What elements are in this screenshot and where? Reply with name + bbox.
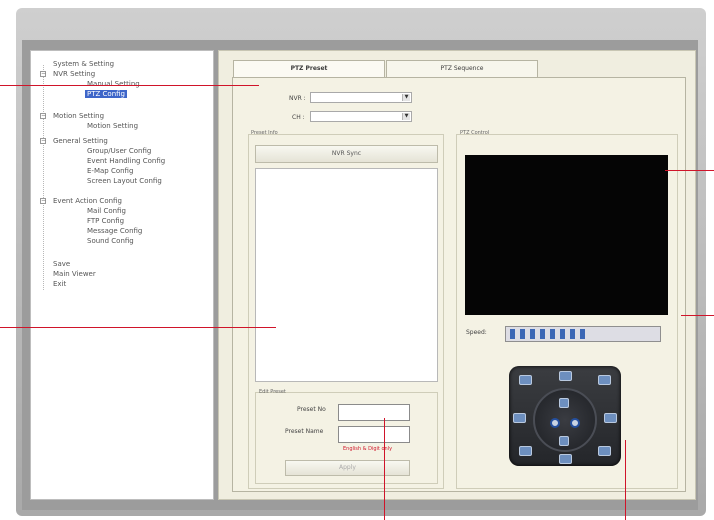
focus-near-icon[interactable] bbox=[550, 418, 560, 428]
preset-name-label: Preset Name bbox=[285, 428, 324, 435]
speed-level-segment bbox=[580, 329, 585, 339]
preset-name-input[interactable] bbox=[338, 426, 410, 443]
ptz-down-right-button[interactable] bbox=[598, 446, 611, 456]
preset-no-label: Preset No bbox=[297, 406, 326, 413]
ch-select[interactable]: ▼ bbox=[310, 111, 412, 122]
nvr-select[interactable]: ▼ bbox=[310, 92, 412, 103]
camera-preview bbox=[465, 155, 668, 315]
expand-icon[interactable]: − bbox=[40, 138, 46, 144]
tree-item-event-handling-config[interactable]: Event Handling Config bbox=[87, 157, 165, 165]
callout-line-preview bbox=[665, 170, 714, 171]
speed-level-segment bbox=[520, 329, 525, 339]
tree-item-save[interactable]: Save bbox=[53, 260, 70, 268]
nvr-sync-button[interactable]: NVR Sync bbox=[255, 145, 438, 163]
preset-list[interactable] bbox=[255, 168, 438, 382]
speed-level-segment bbox=[530, 329, 535, 339]
tree-item-event-action-config[interactable]: Event Action Config bbox=[53, 197, 122, 205]
callout-line-edit-preset bbox=[384, 418, 385, 520]
speed-label: Speed: bbox=[466, 329, 487, 336]
tab-ptz-preset[interactable]: PTZ Preset bbox=[233, 60, 385, 78]
speed-level-segment bbox=[510, 329, 515, 339]
tree-item-motion-setting-group[interactable]: Motion Setting bbox=[53, 112, 104, 120]
tab-ptz-sequence[interactable]: PTZ Sequence bbox=[386, 60, 538, 78]
speed-level-segment bbox=[550, 329, 555, 339]
callout-line-speed bbox=[681, 315, 714, 316]
zoom-in-button[interactable] bbox=[559, 398, 569, 408]
ptz-right-button[interactable] bbox=[604, 413, 617, 423]
tree-item-motion-setting[interactable]: Motion Setting bbox=[87, 122, 138, 130]
tree-item-main-viewer[interactable]: Main Viewer bbox=[53, 270, 96, 278]
ptz-up-right-button[interactable] bbox=[598, 375, 611, 385]
expand-icon[interactable]: − bbox=[40, 198, 46, 204]
speed-slider[interactable] bbox=[505, 326, 661, 342]
chevron-down-icon[interactable]: ▼ bbox=[402, 94, 410, 101]
callout-line-form bbox=[0, 85, 259, 86]
tree-item-emap-config[interactable]: E-Map Config bbox=[87, 167, 133, 175]
tree-item-ptz-config[interactable]: PTZ Config bbox=[85, 90, 127, 98]
tree-item-system-setting[interactable]: System & Setting bbox=[53, 60, 114, 68]
tree-item-mail-config[interactable]: Mail Config bbox=[87, 207, 126, 215]
ptz-up-button[interactable] bbox=[559, 371, 572, 381]
ptz-left-button[interactable] bbox=[513, 413, 526, 423]
speed-level-segment bbox=[570, 329, 575, 339]
tree-guide-line bbox=[43, 65, 44, 290]
zoom-out-button[interactable] bbox=[559, 436, 569, 446]
speed-level-segment bbox=[560, 329, 565, 339]
tree-item-general-setting[interactable]: General Setting bbox=[53, 137, 108, 145]
tree-item-message-config[interactable]: Message Config bbox=[87, 227, 142, 235]
settings-tree: − − − − System & Setting NVR Setting Man… bbox=[30, 50, 214, 500]
tree-item-screen-layout-config[interactable]: Screen Layout Config bbox=[87, 177, 162, 185]
tree-item-nvr-setting[interactable]: NVR Setting bbox=[53, 70, 95, 78]
nvr-label: NVR : bbox=[289, 95, 306, 102]
tree-item-manual-setting[interactable]: Manual Setting bbox=[87, 80, 140, 88]
callout-line-ptz-pad bbox=[625, 440, 626, 520]
expand-icon[interactable]: − bbox=[40, 71, 46, 77]
ptz-down-left-button[interactable] bbox=[519, 446, 532, 456]
ch-label: CH : bbox=[292, 114, 305, 121]
speed-level-segment bbox=[540, 329, 545, 339]
apply-button[interactable]: Apply bbox=[285, 460, 410, 476]
callout-line-preset-list bbox=[0, 327, 276, 328]
expand-icon[interactable]: − bbox=[40, 113, 46, 119]
focus-far-icon[interactable] bbox=[570, 418, 580, 428]
ptz-up-left-button[interactable] bbox=[519, 375, 532, 385]
preset-info-title: Preset Info bbox=[251, 130, 278, 136]
ptz-control-title: PTZ Control bbox=[460, 130, 490, 136]
ptz-down-button[interactable] bbox=[559, 454, 572, 464]
chevron-down-icon[interactable]: ▼ bbox=[402, 113, 410, 120]
tree-item-sound-config[interactable]: Sound Config bbox=[87, 237, 134, 245]
preset-no-input[interactable] bbox=[338, 404, 410, 421]
edit-preset-title: Edit Preset bbox=[259, 389, 286, 395]
tree-item-group-user-config[interactable]: Group/User Config bbox=[87, 147, 151, 155]
tree-item-exit[interactable]: Exit bbox=[53, 280, 66, 288]
tree-item-ftp-config[interactable]: FTP Config bbox=[87, 217, 124, 225]
